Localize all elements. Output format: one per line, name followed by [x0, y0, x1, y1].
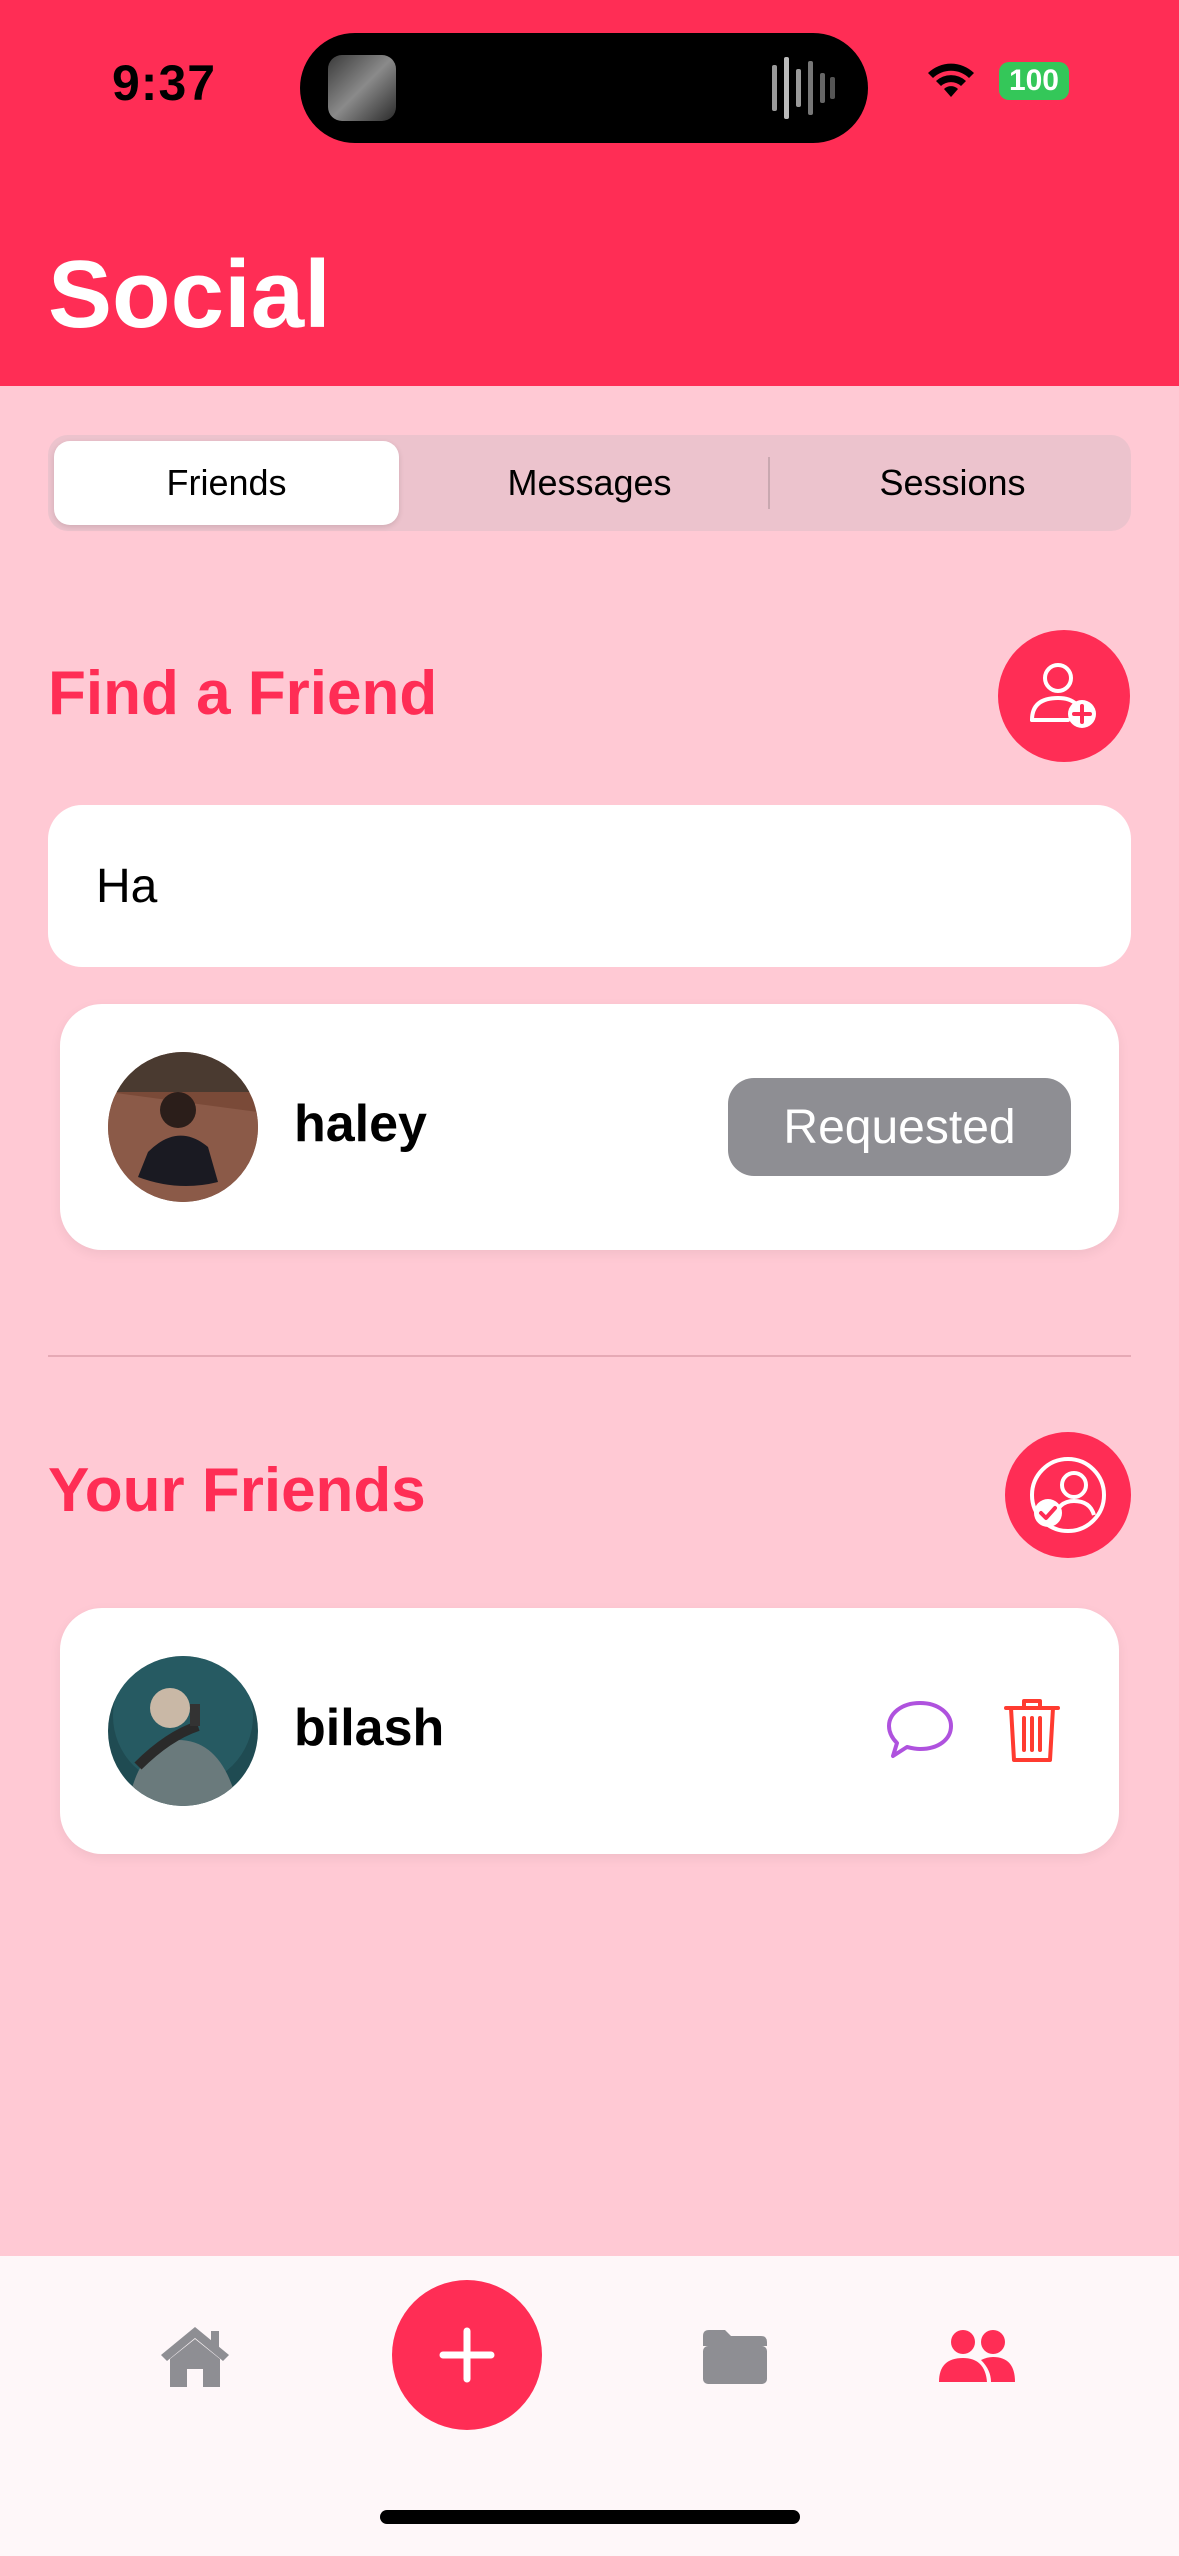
dynamic-island [300, 33, 868, 143]
friend-username: bilash [294, 1699, 445, 1757]
tab-messages[interactable]: Messages [417, 441, 762, 525]
now-playing-artwork [328, 55, 396, 121]
tab-home[interactable] [150, 2316, 240, 2396]
plus-icon [439, 2327, 495, 2383]
requested-button[interactable]: Requested [728, 1078, 1071, 1176]
message-button[interactable] [880, 1690, 960, 1770]
wifi-icon [927, 63, 974, 97]
friends-check-icon [1030, 1457, 1106, 1533]
home-indicator [380, 2510, 800, 2524]
tab-files[interactable] [695, 2316, 775, 2396]
waveform-icon [772, 57, 835, 119]
folder-icon [703, 2330, 767, 2384]
search-input[interactable]: Ha [48, 805, 1131, 967]
status-time: 9:37 [112, 55, 217, 111]
home-icon [161, 2327, 229, 2387]
person-add-icon [1030, 663, 1096, 728]
avatar [108, 1656, 258, 1806]
people-icon [939, 2330, 1015, 2382]
delete-friend-button[interactable] [992, 1688, 1072, 1772]
tab-social[interactable] [932, 2316, 1022, 2396]
find-friend-title: Find a Friend [48, 659, 438, 728]
avatar [108, 1052, 258, 1202]
friends-list-button[interactable] [1005, 1432, 1131, 1558]
trash-icon [1004, 1699, 1060, 1762]
tab-sessions[interactable]: Sessions [780, 441, 1125, 525]
chat-bubble-icon [887, 1701, 953, 1758]
add-button[interactable] [392, 2280, 542, 2430]
header-bar: 9:37 100 Social [0, 0, 1179, 386]
section-divider [48, 1355, 1131, 1357]
tab-friends[interactable]: Friends [54, 441, 399, 525]
add-friend-button[interactable] [998, 630, 1130, 762]
battery-indicator: 100 [998, 62, 1069, 100]
segmented-control: Friends Messages Sessions [48, 435, 1131, 531]
result-username: haley [294, 1095, 427, 1153]
friend-card: bilash [60, 1608, 1119, 1854]
your-friends-title: Your Friends [48, 1456, 426, 1525]
search-result-card: haley Requested [60, 1004, 1119, 1250]
page-title: Social [48, 241, 331, 348]
segment-divider [768, 457, 770, 509]
